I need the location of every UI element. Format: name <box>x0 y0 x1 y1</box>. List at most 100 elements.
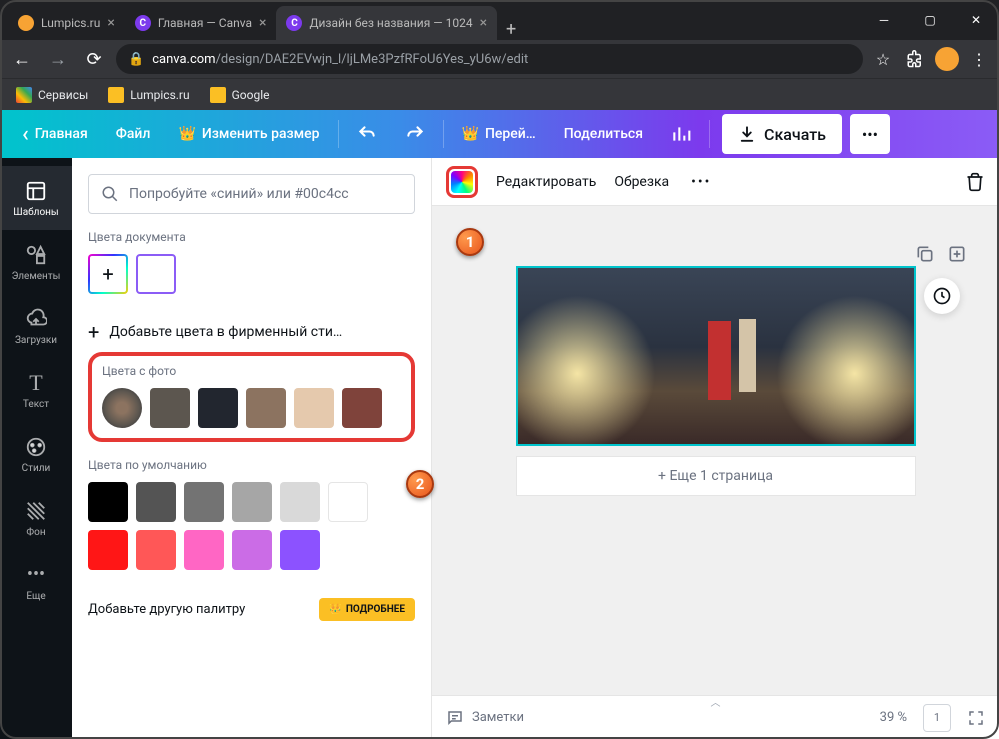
sidebar-item-uploads[interactable]: Загрузки <box>0 294 72 358</box>
home-label: Главная <box>35 126 88 142</box>
canvas-page-image[interactable] <box>516 266 916 446</box>
tab-canva-home[interactable]: C Главная — Canva × <box>125 6 277 40</box>
plus-icon: + <box>88 320 99 344</box>
new-tab-button[interactable]: + <box>497 19 525 40</box>
tab-lumpics[interactable]: Lumpics.ru × <box>8 6 125 40</box>
add-page-bar[interactable]: + Еще 1 страница <box>516 456 916 496</box>
swatch-red-light[interactable] <box>136 530 176 570</box>
tab-title: Дизайн без названия — 1024 <box>309 16 472 30</box>
sidebar-item-background[interactable]: Фон <box>0 486 72 550</box>
swatch-photo-2[interactable] <box>198 388 238 428</box>
url-input[interactable]: 🔒 canva.com/design/DAE2EVwjn_l/ljLMe3Pzf… <box>116 44 863 74</box>
notes-label: Заметки <box>472 710 524 725</box>
notes-icon <box>446 709 464 727</box>
swatch-purple-light[interactable] <box>232 530 272 570</box>
sidebar-item-elements[interactable]: Элементы <box>0 230 72 294</box>
profile-button[interactable] <box>935 47 959 71</box>
photo-colors-highlight: Цвета с фото <box>88 352 415 442</box>
swatch-gray-light[interactable] <box>232 482 272 522</box>
file-menu[interactable]: Файл <box>102 110 165 158</box>
swatch-red[interactable] <box>88 530 128 570</box>
sidebar-label: Шаблоны <box>13 207 58 218</box>
sidebar-label: Загрузки <box>15 335 57 346</box>
canvas-body[interactable]: + Еще 1 страница <box>432 206 999 695</box>
folder-icon <box>210 87 226 103</box>
back-button[interactable]: ← <box>8 45 36 73</box>
address-bar: ← → ⟳ 🔒 canva.com/design/DAE2EVwjn_l/ljL… <box>0 40 999 78</box>
upgrade-button[interactable]: 👑 Перей… <box>448 110 550 158</box>
add-color-button[interactable]: + <box>88 254 128 294</box>
download-button[interactable]: Скачать <box>722 114 842 154</box>
close-icon[interactable]: × <box>259 15 266 31</box>
crop-button[interactable]: Обрезка <box>614 174 669 190</box>
star-button[interactable]: ☆ <box>871 47 895 71</box>
tab-canva-design[interactable]: C Дизайн без названия — 1024 × <box>276 6 497 40</box>
swatch-gray-lighter[interactable] <box>280 482 320 522</box>
add-brand-colors-button[interactable]: + Добавьте цвета в фирменный сти… <box>88 312 415 352</box>
swatch-purple[interactable] <box>280 530 320 570</box>
sidebar-item-text[interactable]: TТекст <box>0 358 72 422</box>
page-indicator[interactable]: 1 <box>923 704 951 732</box>
fullscreen-button[interactable] <box>967 709 985 727</box>
add-page-button[interactable] <box>947 244 967 264</box>
bookmark-label: Сервисы <box>38 88 88 102</box>
close-icon[interactable]: × <box>107 15 114 31</box>
swatch-photo-3[interactable] <box>246 388 286 428</box>
swatch-photo-1[interactable] <box>150 388 190 428</box>
forward-button[interactable]: → <box>44 45 72 73</box>
color-search-input[interactable]: Попробуйте «синий» или #00c4cc <box>88 174 415 214</box>
sidebar-item-templates[interactable]: Шаблоны <box>0 166 72 230</box>
context-more-button[interactable]: ••• <box>691 174 711 190</box>
minimize-button[interactable]: ─ <box>861 4 907 36</box>
swatch-black[interactable] <box>88 482 128 522</box>
bookmark-google[interactable]: Google <box>202 83 278 107</box>
resize-button[interactable]: 👑 Изменить размер <box>164 110 333 158</box>
sidebar-item-more[interactable]: •••Еще <box>0 550 72 614</box>
page-number: 1 <box>934 711 940 724</box>
redo-button[interactable] <box>391 110 439 158</box>
delete-button[interactable] <box>965 172 985 192</box>
undo-button[interactable] <box>343 110 391 158</box>
bookmark-services[interactable]: Сервисы <box>8 83 96 107</box>
window-controls: ─ ▢ ✕ <box>861 4 999 36</box>
swatch-white[interactable] <box>328 482 368 522</box>
swatch-pink[interactable] <box>184 530 224 570</box>
sidebar-label: Фон <box>26 527 45 538</box>
swatch-white[interactable] <box>136 254 176 294</box>
swatch-photo-4[interactable] <box>294 388 334 428</box>
menu-button[interactable]: ⋮ <box>967 47 991 71</box>
sidebar-item-styles[interactable]: Стили <box>0 422 72 486</box>
bookmark-lumpics[interactable]: Lumpics.ru <box>100 83 197 107</box>
color-picker-button[interactable] <box>446 166 478 198</box>
zoom-level[interactable]: 39 % <box>880 710 907 725</box>
sidebar-label: Текст <box>23 399 49 410</box>
folder-icon <box>108 87 124 103</box>
photo-thumbnail[interactable] <box>102 388 142 428</box>
drag-handle-icon[interactable]: ︿ <box>696 694 736 708</box>
sidebar-label: Еще <box>26 591 45 602</box>
close-icon[interactable]: × <box>480 15 487 31</box>
swatch-gray[interactable] <box>184 482 224 522</box>
notes-button[interactable]: Заметки <box>446 709 524 727</box>
swatch-photo-5[interactable] <box>342 388 382 428</box>
share-button[interactable]: Поделиться <box>550 110 657 158</box>
duplicate-page-button[interactable] <box>915 244 935 264</box>
brand-colors-label: Добавьте цвета в фирменный сти… <box>109 324 342 340</box>
favicon-lumpics <box>18 15 34 31</box>
home-button[interactable]: ‹ Главная <box>8 110 102 158</box>
maximize-button[interactable]: ▢ <box>907 4 953 36</box>
insights-button[interactable] <box>657 110 705 158</box>
more-button[interactable]: ••• <box>850 114 890 154</box>
detail-button[interactable]: 👑 ПОДРОБНЕЕ <box>319 598 415 621</box>
section-default-colors: Цвета по умолчанию <box>88 458 415 570</box>
edit-button[interactable]: Редактировать <box>496 174 596 190</box>
ai-suggest-button[interactable] <box>924 278 960 314</box>
crown-icon: 👑 <box>178 126 195 142</box>
reload-button[interactable]: ⟳ <box>80 45 108 73</box>
sidebar-label: Стили <box>22 463 51 474</box>
search-placeholder: Попробуйте «синий» или #00c4cc <box>129 186 349 202</box>
extensions-button[interactable] <box>903 47 927 71</box>
swatch-gray-dark[interactable] <box>136 482 176 522</box>
close-button[interactable]: ✕ <box>953 4 999 36</box>
separator <box>338 120 339 148</box>
